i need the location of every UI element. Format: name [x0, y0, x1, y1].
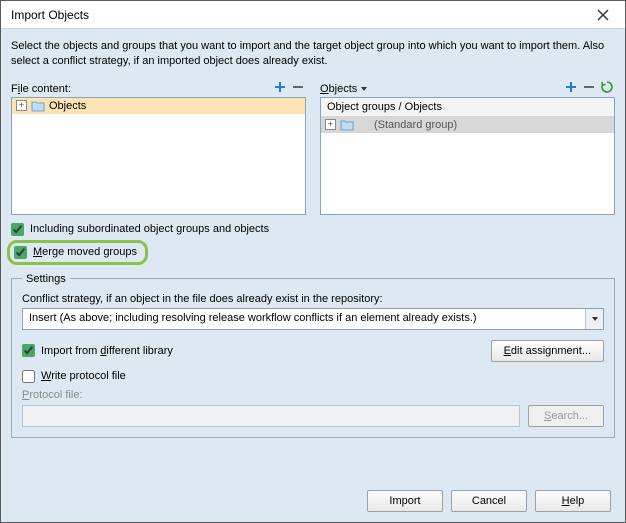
objects-tree[interactable]: Object groups / Objects + (Standard grou…	[320, 97, 615, 215]
cancel-button[interactable]: Cancel	[451, 490, 527, 512]
refresh-icon	[600, 80, 614, 94]
objects-pane: Objects	[320, 79, 615, 215]
refresh-button[interactable]	[599, 79, 615, 95]
dialog-content: Select the objects and groups that you w…	[1, 29, 625, 522]
minus-icon	[582, 80, 596, 94]
search-button: Search...	[528, 405, 604, 427]
file-content-pane: File content:	[11, 79, 306, 215]
tree-item-label: Objects	[49, 100, 86, 112]
close-icon	[597, 9, 609, 21]
checkbox-import-diff-label: Import from different library	[41, 345, 173, 357]
conflict-strategy-label: Conflict strategy, if an object in the f…	[22, 293, 604, 305]
checkbox-write-protocol-input[interactable]	[22, 370, 35, 383]
edit-assignment-button[interactable]: Edit assignment...	[491, 340, 604, 362]
remove-button[interactable]	[581, 79, 597, 95]
plus-icon	[564, 80, 578, 94]
checkbox-write-protocol-label: Write protocol file	[41, 370, 126, 382]
checkbox-subordinated-input[interactable]	[11, 223, 24, 236]
conflict-strategy-combo[interactable]: Insert (As above; including resolving re…	[22, 308, 604, 330]
file-content-tree[interactable]: + Objects	[11, 97, 306, 215]
add-button[interactable]	[272, 79, 288, 95]
checkbox-subordinated[interactable]: Including subordinated object groups and…	[11, 223, 615, 236]
checkbox-merge-moved-groups[interactable]: Merge moved groups	[7, 240, 148, 265]
chevron-down-icon	[591, 315, 599, 323]
conflict-strategy-value: Insert (As above; including resolving re…	[23, 309, 585, 329]
file-content-label: File content:	[11, 83, 71, 95]
expand-toggle[interactable]: +	[16, 100, 27, 111]
description-text: Select the objects and groups that you w…	[11, 39, 615, 69]
help-button[interactable]: Help	[535, 490, 611, 512]
close-button[interactable]	[587, 4, 619, 26]
dropdown-arrow-icon	[360, 85, 368, 93]
minus-icon	[291, 80, 305, 94]
settings-group: Settings Conflict strategy, if an object…	[11, 273, 615, 438]
remove-button[interactable]	[290, 79, 306, 95]
tree-item-objects[interactable]: + Objects	[12, 98, 305, 114]
objects-label[interactable]: Objects	[320, 83, 368, 95]
folder-icon	[340, 119, 354, 131]
folder-icon	[31, 100, 45, 112]
plus-icon	[273, 80, 287, 94]
tree-item-label: (Standard group)	[374, 119, 457, 131]
tree-item-standard-group[interactable]: + (Standard group)	[321, 117, 614, 133]
window-title: Import Objects	[11, 8, 89, 22]
checkbox-subordinated-label: Including subordinated object groups and…	[30, 223, 269, 235]
checkbox-import-diff-input[interactable]	[22, 344, 35, 357]
add-button[interactable]	[563, 79, 579, 95]
titlebar: Import Objects	[1, 1, 625, 29]
expand-toggle[interactable]: +	[325, 119, 336, 130]
objects-tree-header: Object groups / Objects	[321, 98, 614, 117]
checkbox-write-protocol[interactable]: Write protocol file	[22, 370, 604, 383]
combo-dropdown-button[interactable]	[585, 309, 603, 329]
protocol-file-input	[22, 405, 520, 427]
checkbox-merge-input[interactable]	[14, 246, 27, 259]
protocol-file-label: Protocol file:	[22, 389, 604, 401]
checkbox-merge-label: Merge moved groups	[33, 246, 137, 258]
settings-legend: Settings	[22, 273, 70, 285]
checkbox-import-different-library[interactable]: Import from different library	[22, 344, 173, 357]
import-button[interactable]: Import	[367, 490, 443, 512]
button-bar: Import Cancel Help	[11, 480, 615, 516]
